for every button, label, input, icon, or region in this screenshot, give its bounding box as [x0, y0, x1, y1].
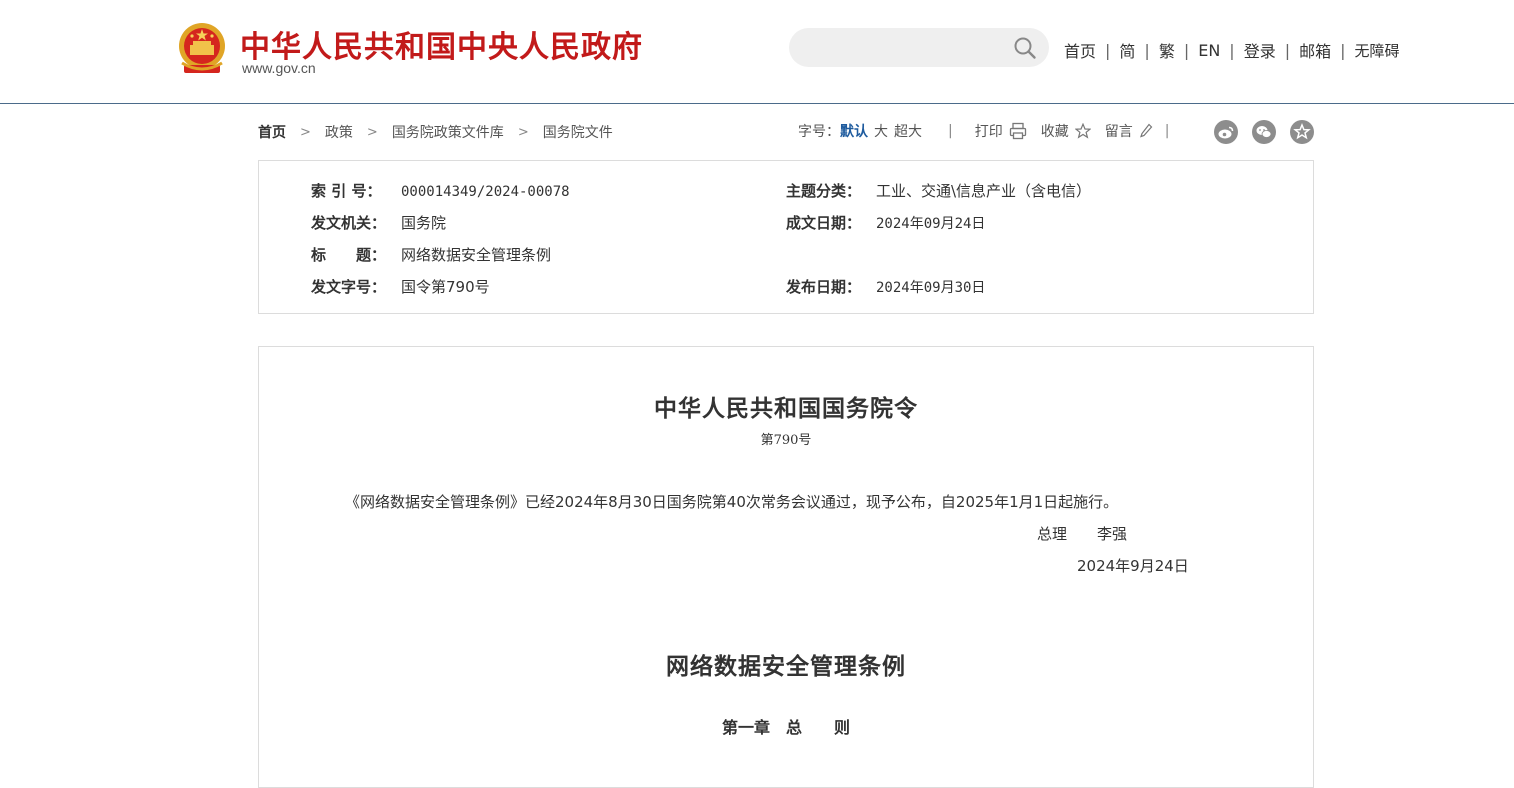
meta-title-row: 标 题： 网络数据安全管理条例	[311, 244, 551, 265]
nav-separator: |	[1284, 40, 1291, 60]
site-domain: www.gov.cn	[242, 60, 316, 76]
nav-home-link[interactable]: 首页	[1064, 38, 1096, 62]
weibo-share-button[interactable]	[1214, 120, 1238, 144]
search-icon[interactable]	[1013, 36, 1037, 60]
print-button[interactable]: 打印	[975, 121, 1027, 141]
star-outline-icon	[1074, 123, 1091, 139]
decree-date: 2024年9月24日	[1077, 557, 1189, 575]
chapter-heading: 第一章 总 则	[721, 718, 850, 737]
meta-label: 成文日期：	[786, 214, 862, 232]
weibo-icon	[1218, 126, 1234, 139]
decree-number: 第790号	[760, 433, 812, 448]
meta-label: 索 引 号：	[311, 182, 382, 200]
meta-label: 发文机关：	[311, 214, 387, 232]
signer-title: 总理	[1037, 525, 1068, 543]
meta-value: 2024年09月30日	[876, 280, 986, 296]
nav-separator: |	[1340, 40, 1346, 60]
meta-label: 标 题：	[311, 246, 387, 264]
meta-value: 000014349/2024-00078	[401, 184, 570, 200]
meta-published-date-row: 发布日期： 2024年09月30日	[786, 276, 985, 297]
meta-index-row: 索 引 号： 000014349/2024-00078	[311, 180, 570, 201]
search-box	[789, 28, 1049, 67]
meta-value: 网络数据安全管理条例	[401, 246, 552, 264]
meta-issuer-row: 发文机关： 国务院	[311, 212, 446, 233]
nav-english-link[interactable]: EN	[1198, 41, 1220, 60]
nav-separator: |	[1183, 40, 1190, 60]
nav-simplified-link[interactable]: 简	[1119, 38, 1135, 62]
meta-value: 国务院	[401, 214, 447, 232]
star-icon	[1293, 123, 1311, 140]
document-content: 中华人民共和国国务院令 第790号 《网络数据安全管理条例》已经2024年8月3…	[258, 346, 1314, 788]
meta-written-date-row: 成文日期： 2024年09月24日	[786, 212, 985, 233]
tools-separator: |	[948, 123, 953, 139]
site-header: 中华人民共和国中央人民政府 www.gov.cn 首页 | 简 | 繁 | EN…	[0, 0, 1514, 104]
nav-accessibility-link[interactable]: 无障碍	[1355, 40, 1400, 61]
article-tools: 字号： 默认 大 超大 | 打印 收藏 留言 |	[798, 121, 1169, 141]
regulation-title: 网络数据安全管理条例	[666, 653, 906, 680]
nav-separator: |	[1229, 40, 1235, 60]
nav-separator: |	[1144, 40, 1150, 60]
meta-value: 国令第790号	[401, 278, 490, 296]
meta-label: 主题分类：	[786, 182, 862, 200]
meta-value: 工业、交通\信息产业（含电信）	[876, 182, 1092, 200]
breadcrumb-separator: >	[517, 124, 529, 140]
breadcrumb-home[interactable]: 首页	[258, 122, 286, 142]
pencil-icon	[1139, 123, 1153, 138]
nav-traditional-link[interactable]: 繁	[1159, 38, 1175, 62]
nav-mail-link[interactable]: 邮箱	[1299, 38, 1331, 62]
wechat-icon	[1256, 126, 1272, 138]
meta-label: 发文字号：	[311, 278, 387, 296]
meta-value: 2024年09月24日	[876, 216, 986, 232]
meta-label: 发布日期：	[786, 278, 862, 296]
document-metadata-table: 索 引 号： 000014349/2024-00078 主题分类： 工业、交通\信息…	[258, 160, 1314, 314]
nav-login-link[interactable]: 登录	[1244, 38, 1276, 62]
font-size-large[interactable]: 大	[874, 121, 888, 141]
favorite-share-button[interactable]	[1290, 120, 1314, 144]
nav-separator: |	[1105, 40, 1111, 60]
font-size-label: 字号：	[798, 124, 840, 140]
top-nav: 首页 | 简 | 繁 | EN | 登录 | 邮箱 | 无障碍	[1064, 38, 1400, 62]
breadcrumb-separator: >	[366, 124, 378, 140]
favorite-label: 收藏	[1040, 124, 1069, 140]
comment-button[interactable]: 留言	[1105, 121, 1153, 141]
comment-label: 留言	[1104, 124, 1133, 140]
favorite-button[interactable]: 收藏	[1041, 121, 1091, 141]
font-size-xlarge[interactable]: 超大	[894, 121, 922, 141]
search-input[interactable]	[805, 36, 1009, 60]
breadcrumb-policy-library[interactable]: 国务院政策文件库	[392, 122, 504, 142]
printer-icon	[1009, 122, 1026, 140]
meta-topic-row: 主题分类： 工业、交通\信息产业（含电信）	[786, 180, 1091, 201]
decree-title: 中华人民共和国国务院令	[654, 395, 918, 422]
breadcrumb-separator: >	[300, 124, 311, 140]
font-size-default[interactable]: 默认	[840, 121, 868, 141]
breadcrumb: 首页 > 政策 > 国务院政策文件库 > 国务院文件	[258, 122, 613, 142]
tools-separator: |	[1164, 123, 1170, 139]
national-emblem-icon[interactable]	[176, 21, 228, 77]
decree-signer: 总理 李强	[1037, 523, 1127, 544]
decree-paragraph: 《网络数据安全管理条例》已经2024年8月30日国务院第40次常务会议通过，现予…	[345, 493, 1119, 511]
meta-docno-row: 发文字号： 国令第790号	[311, 276, 490, 297]
wechat-share-button[interactable]	[1252, 120, 1276, 144]
signer-name: 李强	[1097, 525, 1128, 543]
breadcrumb-policy[interactable]: 政策	[325, 122, 353, 142]
print-label: 打印	[974, 124, 1003, 140]
breadcrumb-state-council-docs[interactable]: 国务院文件	[543, 122, 613, 142]
